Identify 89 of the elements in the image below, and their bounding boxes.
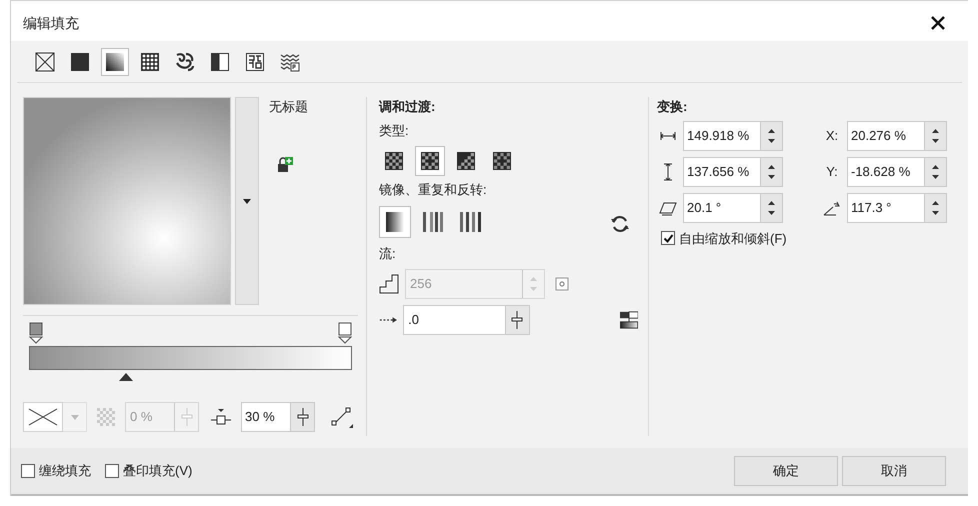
steps-icon: [379, 274, 399, 294]
down-arrow-icon: [932, 210, 939, 214]
node-color-dropdown[interactable]: [63, 402, 87, 432]
field-label: Y:: [826, 162, 838, 181]
acceleration-field[interactable]: .0: [403, 305, 530, 335]
slider-handle-icon: [180, 408, 192, 426]
slider-handle-icon: [511, 311, 524, 329]
up-arrow-icon: [768, 200, 775, 204]
fill-type-button[interactable]: [101, 48, 129, 76]
midpoint-marker[interactable]: [118, 373, 133, 381]
spin-buttons[interactable]: [924, 194, 946, 222]
half-filled-square-icon: [210, 52, 230, 72]
spin-buttons[interactable]: [760, 158, 782, 186]
maze-pattern-icon: [245, 52, 265, 72]
up-arrow-icon: [932, 164, 939, 168]
dialog-button[interactable]: 取消: [842, 456, 946, 486]
blend-type-button[interactable]: [415, 146, 445, 176]
window-title: 编辑填充: [23, 14, 79, 32]
section-title: 调和过渡:: [379, 98, 436, 116]
midpoint-icon: [211, 408, 231, 426]
width-icon: [660, 130, 676, 140]
down-arrow-icon: [768, 174, 775, 178]
up-arrow-icon: [932, 200, 939, 204]
curve-node-icon[interactable]: [331, 406, 353, 428]
transform-field[interactable]: 149.918 %: [683, 120, 783, 150]
checkbox[interactable]: [661, 231, 675, 246]
transform-field[interactable]: 117.3 °: [847, 192, 947, 222]
transform-field[interactable]: -18.628 %: [847, 156, 947, 186]
caret-icon: [243, 198, 251, 204]
transform-field[interactable]: 20.276 %: [847, 120, 947, 150]
repeated-stripes-icon: [459, 210, 483, 232]
down-arrow-icon: [932, 174, 939, 178]
checker-square-icon: [384, 151, 404, 171]
gradient-square-icon: [105, 52, 125, 72]
transform-field[interactable]: 137.656 %: [683, 156, 783, 186]
height-icon: [663, 162, 673, 180]
spin-buttons[interactable]: [924, 122, 946, 150]
lock-add-icon[interactable]: [277, 156, 293, 172]
up-arrow-icon: [530, 277, 537, 281]
wave-pattern-icon: [280, 52, 300, 72]
cross-icon: [28, 408, 58, 426]
mirrored-stripes-icon: [422, 210, 444, 232]
checkbox-label: 缠绕填充: [39, 462, 91, 480]
spin-buttons[interactable]: [760, 122, 782, 150]
blend-order-icon[interactable]: [620, 310, 638, 330]
checker-ring-icon: [492, 151, 512, 171]
swirl-pattern-icon: [175, 52, 195, 72]
lock-steps-icon[interactable]: [555, 277, 569, 291]
solid-square-icon: [70, 52, 90, 72]
gradient-bar[interactable]: [29, 346, 352, 370]
down-arrow-icon: [768, 210, 775, 214]
up-arrow-icon: [768, 164, 775, 168]
acceleration-icon: [379, 315, 398, 325]
mirror-label: 镜像、重复和反转:: [379, 181, 488, 199]
slider-button[interactable]: [290, 403, 314, 431]
transform-field[interactable]: 20.1 °: [683, 192, 783, 222]
checker-diagonal-icon: [456, 151, 476, 171]
slider-handle-icon: [296, 408, 308, 426]
down-arrow-icon: [530, 287, 537, 291]
down-arrow-icon: [768, 138, 775, 142]
section-title: 变换:: [657, 98, 688, 116]
checkbox[interactable]: [21, 464, 35, 478]
checkbox[interactable]: [105, 464, 119, 478]
dot-grid-icon: [140, 52, 160, 72]
spin-buttons[interactable]: [760, 194, 782, 222]
color-stop-marker[interactable]: [29, 322, 43, 344]
up-arrow-icon: [768, 128, 775, 132]
spin-buttons[interactable]: [924, 158, 946, 186]
reverse-icon[interactable]: [610, 214, 630, 234]
mirror-mode-button[interactable]: [379, 206, 411, 238]
crossed-square-icon: [35, 52, 55, 72]
slider-button[interactable]: [504, 306, 529, 334]
type-label: 类型:: [379, 122, 410, 140]
color-stop-marker[interactable]: [338, 322, 352, 344]
up-arrow-icon: [932, 128, 939, 132]
gradient-bar-icon: [385, 210, 405, 232]
preset-name: 无标题: [269, 98, 308, 116]
transparency-icon: [97, 408, 115, 426]
checkbox-label: 叠印填充(V): [123, 462, 192, 480]
midpoint-field[interactable]: 30 %: [241, 402, 315, 432]
down-arrow-icon: [932, 138, 939, 142]
dialog-button[interactable]: 确定: [734, 456, 838, 486]
skew-icon: [659, 200, 677, 216]
field-label: X:: [826, 126, 838, 145]
flow-label: 流:: [379, 244, 397, 262]
node-color-button[interactable]: [23, 402, 63, 432]
close-icon[interactable]: [930, 15, 946, 31]
caret-icon: [70, 414, 78, 420]
checkbox-label: 自由缩放和倾斜(F): [679, 230, 787, 248]
